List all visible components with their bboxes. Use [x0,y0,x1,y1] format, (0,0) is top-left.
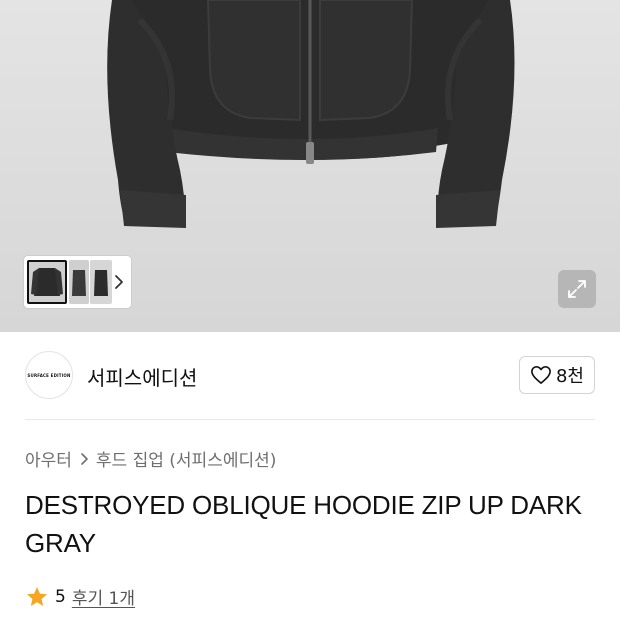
brand-logo[interactable]: SURFACE EDITION [25,351,73,399]
thumbnail-strip[interactable] [24,256,131,308]
hoodie-back-thumb-icon [94,270,108,296]
chevron-right-icon [79,452,89,466]
chevron-right-icon[interactable] [111,270,127,294]
product-title: DESTROYED OBLIQUE HOODIE ZIP UP DARK GRA… [25,490,582,558]
expand-icon [568,280,586,298]
breadcrumb-subcategory[interactable]: 후드 집업 (서피스에디션) [96,446,276,471]
like-count: 8천 [555,366,584,387]
hoodie-thumb-icon [31,268,63,296]
divider [25,419,595,420]
brand-logo-text: SURFACE EDITION [27,372,71,378]
hoodie-side-thumb-icon [72,270,86,296]
heart-icon [531,366,551,384]
product-image[interactable] [0,0,620,332]
rating-row: 5 후기 1개 [25,584,135,609]
rating-score: 5 [55,586,66,607]
expand-button[interactable] [558,270,596,308]
like-button[interactable]: 8천 [519,356,595,394]
brand-row: SURFACE EDITION 서피스에디션 8천 [0,332,620,420]
breadcrumb: 아우터 후드 집업 (서피스에디션) [25,446,276,471]
star-icon [27,586,47,606]
review-count-link[interactable]: 후기 1개 [72,584,135,609]
thumbnail-back[interactable] [90,260,112,304]
thumbnail-side[interactable] [69,260,89,304]
breadcrumb-category[interactable]: 아우터 [25,446,72,471]
brand-name[interactable]: 서피스에디션 [87,362,197,391]
thumbnail-front[interactable] [27,260,67,304]
